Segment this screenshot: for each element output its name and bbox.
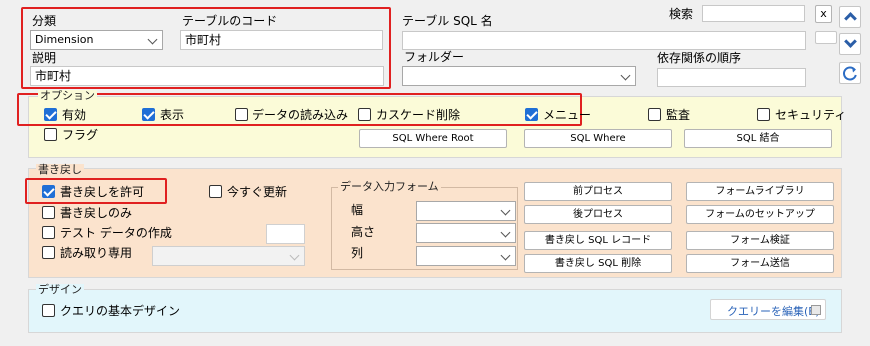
update-now-label: 今すぐ更新 — [227, 185, 288, 199]
menu-label: メニュー — [543, 108, 592, 122]
search-clear-button[interactable]: x — [815, 5, 832, 23]
query-basic-design-checkbox[interactable] — [42, 304, 55, 317]
enabled-label: 有効 — [62, 108, 87, 122]
category-select[interactable]: Dimension — [30, 30, 163, 50]
test-data-checkbox[interactable] — [42, 226, 55, 239]
form-height-select[interactable] — [416, 223, 516, 243]
allow-writeback-checkbox[interactable] — [42, 185, 55, 198]
security-checkbox[interactable] — [757, 108, 770, 121]
category-label: 分類 — [32, 14, 57, 28]
read-only-label: 読み取り専用 — [60, 246, 133, 260]
data-loading-label: データの読み込み — [252, 108, 349, 122]
search-input[interactable] — [702, 5, 805, 22]
small-toggle-button[interactable] — [815, 31, 837, 44]
chevron-down-icon — [500, 227, 511, 238]
chevron-down-icon — [620, 70, 631, 81]
form-width-label: 幅 — [351, 203, 364, 217]
query-basic-design-label: クエリの基本デザイン — [60, 304, 181, 318]
description-field[interactable]: 市町村 — [30, 66, 384, 86]
sql-where-root-button[interactable]: SQL Where Root — [359, 129, 507, 148]
description-label: 説明 — [32, 51, 57, 65]
cascade-delete-checkbox[interactable] — [358, 108, 371, 121]
audit-label: 監査 — [666, 108, 691, 122]
form-library-button[interactable]: フォームライブラリ — [686, 182, 834, 201]
chevron-down-icon — [289, 250, 300, 261]
sql-where-button[interactable]: SQL Where — [524, 129, 672, 148]
edit-query-label: クエリーを編集(E) — [727, 305, 820, 318]
form-submit-button[interactable]: フォーム送信 — [686, 254, 834, 273]
display-checkbox[interactable] — [142, 108, 155, 121]
dependency-order-label: 依存関係の順序 — [657, 51, 742, 65]
read-only-checkbox[interactable] — [42, 246, 55, 259]
test-data-label: テスト データの作成 — [60, 226, 172, 240]
chevron-down-icon — [147, 34, 158, 45]
cascade-delete-label: カスケード削除 — [376, 108, 461, 122]
security-label: セキュリティ — [775, 108, 847, 122]
options-legend: オプション — [38, 89, 97, 102]
data-entry-form-legend: データ入力フォーム — [338, 180, 441, 193]
chevron-down-icon — [500, 205, 511, 216]
dependency-order-field[interactable] — [657, 68, 806, 87]
display-label: 表示 — [160, 108, 185, 122]
move-up-button[interactable] — [839, 6, 861, 28]
form-setup-button[interactable]: フォームのセットアップ — [686, 205, 834, 224]
folder-label: フォルダー — [404, 50, 465, 64]
flag-label: フラグ — [62, 128, 99, 142]
sql-join-button[interactable]: SQL 結合 — [684, 129, 832, 148]
chevron-up-icon — [844, 12, 857, 25]
form-column-select[interactable] — [416, 246, 516, 266]
writeback-legend: 書き戻し — [36, 163, 84, 176]
refresh-icon — [843, 66, 857, 81]
edit-query-button[interactable]: クエリーを編集(E) — [710, 299, 826, 320]
writeback-only-label: 書き戻しのみ — [60, 206, 133, 220]
flag-checkbox[interactable] — [44, 128, 57, 141]
design-legend: デザイン — [36, 283, 84, 296]
writeback-sql-record-button[interactable]: 書き戻し SQL レコード — [524, 231, 672, 250]
chevron-down-icon — [844, 35, 857, 48]
folder-select[interactable] — [402, 66, 636, 86]
table-sql-name-label: テーブル SQL 名 — [402, 14, 493, 28]
category-value: Dimension — [35, 33, 94, 46]
test-data-field[interactable] — [266, 224, 305, 244]
edit-query-icon — [811, 305, 821, 315]
data-loading-checkbox[interactable] — [235, 108, 248, 121]
enabled-checkbox[interactable] — [44, 108, 57, 121]
form-column-label: 列 — [351, 246, 364, 260]
table-code-field[interactable]: 市町村 — [180, 30, 383, 50]
writeback-only-checkbox[interactable] — [42, 206, 55, 219]
table-code-label: テーブルのコード — [182, 14, 278, 28]
chevron-down-icon — [500, 250, 511, 261]
post-process-button[interactable]: 後プロセス — [524, 205, 672, 224]
refresh-button[interactable] — [839, 62, 861, 84]
allow-writeback-label: 書き戻しを許可 — [60, 185, 145, 199]
move-down-button[interactable] — [839, 33, 861, 55]
update-now-checkbox[interactable] — [209, 185, 222, 198]
pre-process-button[interactable]: 前プロセス — [524, 182, 672, 201]
form-validation-button[interactable]: フォーム検証 — [686, 231, 834, 250]
read-only-select — [152, 246, 305, 266]
menu-checkbox[interactable] — [525, 108, 538, 121]
table-sql-name-field[interactable] — [402, 31, 806, 50]
search-label: 検索 — [669, 7, 694, 21]
audit-checkbox[interactable] — [648, 108, 661, 121]
form-width-select[interactable] — [416, 201, 516, 221]
form-height-label: 高さ — [351, 225, 376, 239]
writeback-sql-delete-button[interactable]: 書き戻し SQL 削除 — [524, 254, 672, 273]
